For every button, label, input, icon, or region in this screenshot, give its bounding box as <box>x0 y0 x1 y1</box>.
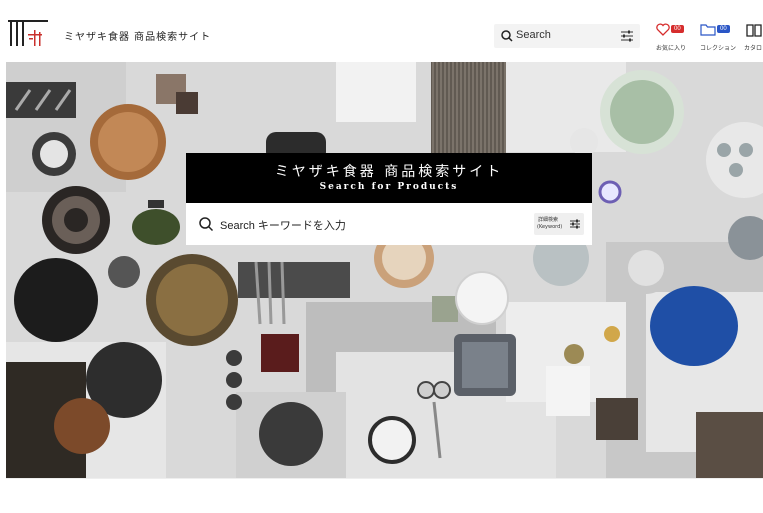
filter-sliders-icon <box>570 219 580 229</box>
search-icon <box>199 217 214 232</box>
catalog-button[interactable]: カタロ <box>744 22 763 54</box>
header-search-box[interactable]: Search <box>494 24 640 48</box>
favorites-icon-group: 00 <box>656 22 696 40</box>
folder-icon <box>700 24 716 36</box>
heart-icon <box>656 23 670 36</box>
advanced-search-sublabel: (Keyword) <box>537 224 563 230</box>
favorites-button[interactable]: 00 お気に入り <box>656 22 696 54</box>
collection-button[interactable]: 00 コレクション <box>700 22 740 54</box>
favorites-count-badge: 00 <box>671 25 684 33</box>
miyazaki-logo[interactable] <box>8 20 48 48</box>
page-frame: ミヤザキ食器 商品検索サイト Search 00 お気に入り 00 コレクション… <box>6 6 763 513</box>
hero-search-box[interactable]: Search キーワードを入力 詳細検索 (Keyword) <box>186 203 592 245</box>
page-bottom-area <box>6 478 763 513</box>
search-icon <box>501 30 513 42</box>
advanced-search-button[interactable]: 詳細検索 (Keyword) <box>534 213 584 235</box>
tableware-photo <box>6 62 763 478</box>
advanced-search-label: 詳細検索 <box>538 217 559 223</box>
hero-search-label: Search キーワードを入力 <box>220 220 346 232</box>
collection-label: コレクション <box>700 45 737 52</box>
header-search-label: Search <box>516 29 551 41</box>
hero-title-panel: ミヤザキ食器 商品検索サイト Search for Products <box>186 153 592 203</box>
collection-count-badge: 00 <box>717 25 730 33</box>
site-name[interactable]: ミヤザキ食器 商品検索サイト <box>64 28 211 43</box>
collection-icon-group: 00 <box>700 22 740 40</box>
filter-sliders-icon[interactable] <box>620 29 634 43</box>
hero-title-jp: ミヤザキ食器 商品検索サイト <box>274 164 504 180</box>
hero-title-en: Search for Products <box>319 182 459 192</box>
book-icon <box>746 24 762 37</box>
site-header: ミヤザキ食器 商品検索サイト Search 00 お気に入り 00 コレクション… <box>6 6 763 62</box>
catalog-label: カタロ <box>744 45 763 52</box>
favorites-label: お気に入り <box>656 45 687 52</box>
hero-banner: ミヤザキ食器 商品検索サイト Search for Products Searc… <box>6 62 763 478</box>
